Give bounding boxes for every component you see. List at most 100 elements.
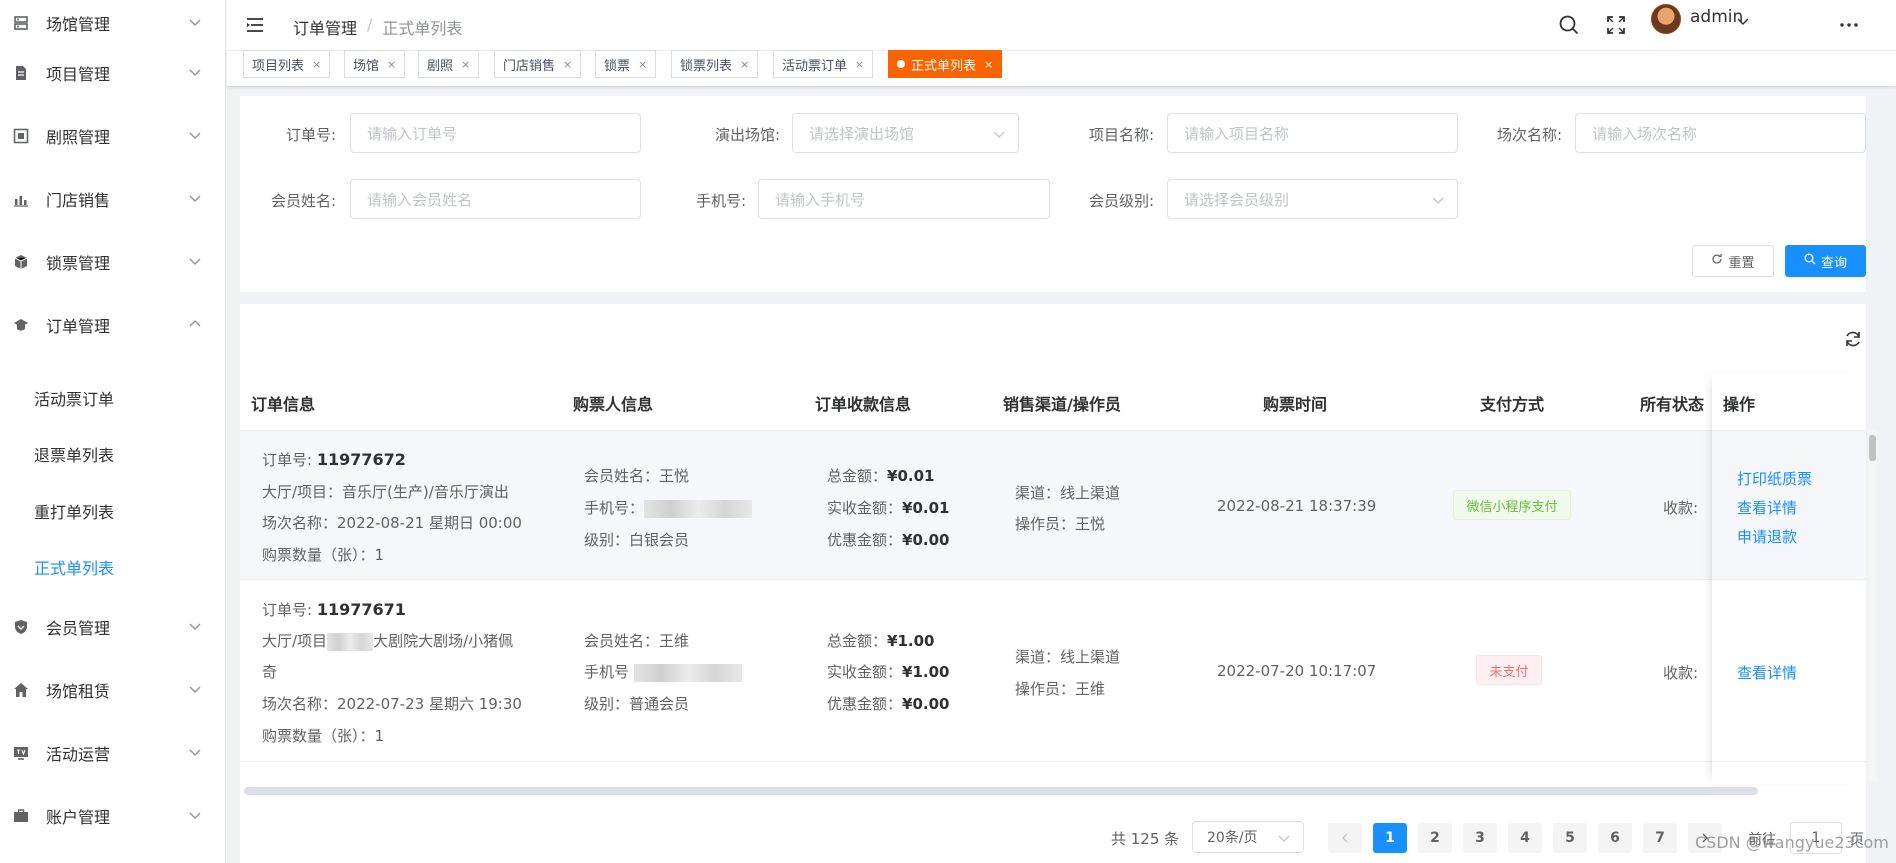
close-icon[interactable]: × <box>638 58 647 71</box>
fixed-column-shadow <box>1712 374 1866 784</box>
view-details-link[interactable]: 查看详情 <box>1737 662 1797 683</box>
received-amount: 实收金额：¥0.01 <box>827 499 950 517</box>
menu-fold-icon[interactable] <box>245 15 265 35</box>
phone-input[interactable]: 请输入手机号 <box>758 179 1050 219</box>
chevron-down-icon <box>188 128 202 142</box>
close-icon[interactable]: × <box>312 58 321 71</box>
phone: 手机号： <box>584 497 753 518</box>
hall-project-continued: 奇 <box>262 663 278 681</box>
tag-lock-list[interactable]: 锁票列表 × <box>671 50 759 78</box>
avatar[interactable] <box>1651 4 1681 34</box>
horizontal-scrollbar[interactable] <box>244 787 1758 795</box>
breadcrumb-item[interactable]: 订单管理 <box>293 15 357 39</box>
member-level-select[interactable]: 请选择会员级别 <box>1167 179 1458 219</box>
tag-venue[interactable]: 场馆 × <box>344 50 406 78</box>
page-button-7[interactable]: 7 <box>1643 823 1677 853</box>
purchase-time: 2022-08-21 18:37:39 <box>1217 497 1377 515</box>
total-amount: 总金额：¥1.00 <box>827 632 935 650</box>
session-name: 场次名称：2022-07-23 星期六 19:30 <box>262 695 522 713</box>
sidebar-item-label: 场馆管理 <box>46 14 111 34</box>
query-button[interactable]: 查询 <box>1785 245 1866 277</box>
submenu-item-activity-orders[interactable]: 活动票订单 <box>0 369 225 426</box>
chevron-down-icon <box>188 619 202 633</box>
view-details-link[interactable]: 查看详情 <box>1737 497 1797 518</box>
page-button-3[interactable]: 3 <box>1463 823 1497 853</box>
chevron-down-icon <box>1431 193 1445 207</box>
chevron-down-icon <box>188 745 202 759</box>
sidebar-item-lock-tickets[interactable]: 锁票管理 <box>0 230 225 293</box>
page-button-1[interactable]: 1 <box>1373 823 1407 853</box>
session-input[interactable]: 请输入场次名称 <box>1575 113 1866 153</box>
vertical-scrollbar[interactable] <box>1869 435 1876 461</box>
page-button-2[interactable]: 2 <box>1418 823 1452 853</box>
status-text: 收款: <box>1663 664 1699 682</box>
building-icon <box>12 14 30 32</box>
phone: 手机号 <box>584 661 742 682</box>
sidebar-item-label: 会员管理 <box>46 618 111 638</box>
member-name: 会员姓名：王悦 <box>584 467 690 485</box>
tag-activity-orders[interactable]: 活动票订单 × <box>773 50 874 78</box>
project-input[interactable]: 请输入项目名称 <box>1167 113 1458 153</box>
print-ticket-link[interactable]: 打印纸质票 <box>1737 468 1812 489</box>
page-size-select[interactable]: 20条/页 <box>1192 821 1304 853</box>
refresh-icon[interactable] <box>1843 329 1863 349</box>
member-level: 级别：白银会员 <box>584 531 690 549</box>
sidebar-item-members[interactable]: 会员管理 <box>0 595 225 658</box>
more-icon[interactable] <box>1838 14 1860 36</box>
submenu-item-reprint-list[interactable]: 重打单列表 <box>0 482 225 539</box>
chevron-down-icon[interactable] <box>1736 14 1750 28</box>
close-icon[interactable]: × <box>461 58 470 71</box>
sidebar-item-label: 门店销售 <box>46 190 111 210</box>
member-name-input[interactable]: 请输入会员姓名 <box>350 179 641 219</box>
tag-lock[interactable]: 锁票 × <box>595 50 657 78</box>
photo-icon <box>12 127 30 145</box>
apply-refund-link[interactable]: 申请退款 <box>1737 526 1797 547</box>
tag-formal-orders[interactable]: 正式单列表 × <box>888 50 1003 78</box>
shield-icon <box>12 618 30 636</box>
page-button-4[interactable]: 4 <box>1508 823 1542 853</box>
submenu-item-formal-orders[interactable]: 正式单列表 <box>0 538 225 595</box>
tag-project-list[interactable]: 项目列表 × <box>243 50 331 78</box>
sidebar-item-activity-ops[interactable]: 活动运营 <box>0 721 225 784</box>
chevron-down-icon <box>188 682 202 696</box>
sidebar-item-project[interactable]: 项目管理 <box>0 41 225 104</box>
placeholder: 请输入订单号 <box>367 124 458 143</box>
discount-amount: 优惠金额：¥0.00 <box>827 695 950 713</box>
purchase-time: 2022-07-20 10:17:07 <box>1217 662 1377 680</box>
close-icon[interactable]: × <box>740 58 749 71</box>
member-name: 会员姓名：王维 <box>584 632 690 650</box>
document-icon <box>12 64 30 82</box>
tag-store-sales[interactable]: 门店销售 × <box>494 50 582 78</box>
sidebar-item-accounts[interactable]: 账户管理 <box>0 784 225 847</box>
tag-label: 锁票 <box>604 58 631 74</box>
tag-label: 正式单列表 <box>911 58 977 74</box>
table-row[interactable] <box>240 580 1866 762</box>
venue-select[interactable]: 请选择演出场馆 <box>792 113 1019 153</box>
prev-page-button[interactable] <box>1328 823 1362 853</box>
close-icon[interactable]: × <box>984 58 993 71</box>
sidebar-item-orders[interactable]: 订单管理 <box>0 293 225 356</box>
payment-badge: 未支付 <box>1476 655 1542 685</box>
member-name-label: 会员姓名: <box>270 192 336 210</box>
fullscreen-icon[interactable] <box>1605 14 1627 36</box>
search-icon[interactable] <box>1558 14 1580 36</box>
tag-label: 剧照 <box>427 58 454 74</box>
page-button-6[interactable]: 6 <box>1598 823 1632 853</box>
close-icon[interactable]: × <box>387 58 396 71</box>
tag-photos[interactable]: 剧照 × <box>418 50 480 78</box>
search-icon <box>1804 253 1816 269</box>
submenu-item-refund-list[interactable]: 退票单列表 <box>0 425 225 482</box>
sidebar-item-store-sales[interactable]: 门店销售 <box>0 167 225 230</box>
page-button-5[interactable]: 5 <box>1553 823 1587 853</box>
vertical-scrollbar-track <box>1869 430 1877 782</box>
member-level-label: 会员级别: <box>1088 192 1154 210</box>
close-icon[interactable]: × <box>563 58 572 71</box>
close-icon[interactable]: × <box>855 58 864 71</box>
sidebar-item-venue-rental[interactable]: 场馆租赁 <box>0 658 225 721</box>
order-no-input[interactable]: 请输入订单号 <box>350 113 641 153</box>
table-row[interactable] <box>240 430 1866 580</box>
sidebar-item-photos[interactable]: 剧照管理 <box>0 104 225 167</box>
chevron-down-icon <box>188 808 202 822</box>
total-amount: 总金额：¥0.01 <box>827 467 935 485</box>
reset-button[interactable]: 重置 <box>1692 245 1774 277</box>
